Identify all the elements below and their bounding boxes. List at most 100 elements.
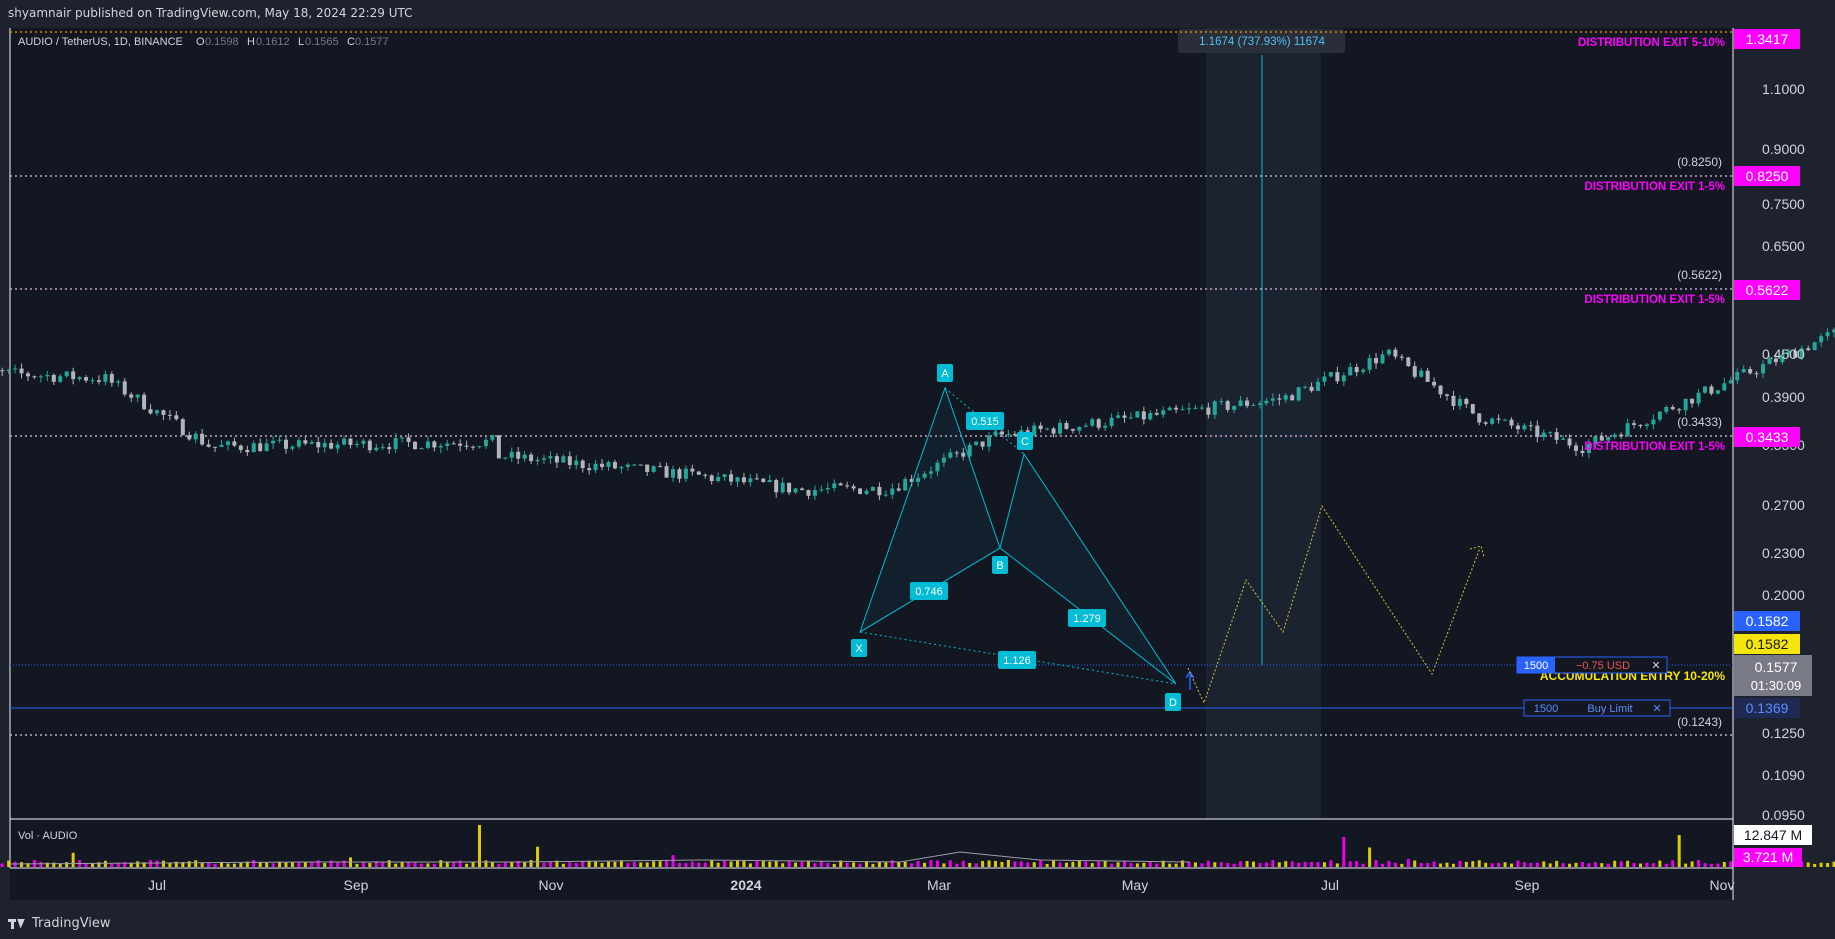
volume-bar <box>1406 858 1410 867</box>
volume-bar <box>1716 863 1720 867</box>
candle-body <box>741 477 746 483</box>
candle-body <box>26 373 30 377</box>
level-bracket: (0.5622) <box>1677 268 1722 282</box>
volume-bar <box>639 862 643 867</box>
candle-body <box>709 475 714 482</box>
candle-body <box>271 440 276 444</box>
close-label: C <box>347 36 355 48</box>
measure-shade <box>1206 28 1321 820</box>
candle-body <box>251 443 256 453</box>
volume-bar <box>1477 860 1481 867</box>
candle-body <box>1677 409 1682 411</box>
candle-body <box>825 487 830 490</box>
volume-bar <box>1052 860 1056 867</box>
candle-body <box>1374 358 1379 364</box>
candle-body <box>1412 366 1417 377</box>
candle-body <box>638 464 643 466</box>
level-label: DISTRIBUTION EXIT 5-10% <box>1578 37 1725 49</box>
volume-bar <box>1232 863 1236 867</box>
candle-body <box>19 368 24 374</box>
candle-body <box>651 466 656 472</box>
volume-bar <box>768 861 772 867</box>
candle-body <box>806 490 811 496</box>
candle-body <box>1657 411 1662 420</box>
price-tick: 0.9000 <box>1762 141 1805 157</box>
candle-body <box>264 443 269 452</box>
volume-bar <box>523 862 527 867</box>
volume-bar <box>1568 863 1572 867</box>
volume-bar <box>923 862 927 867</box>
candle-body <box>129 394 134 398</box>
volume-bar <box>1071 861 1075 867</box>
chart-background <box>10 28 1733 900</box>
volume-bar <box>1619 861 1623 867</box>
candle-body <box>664 466 669 478</box>
buy-limit-price-box: 0.1369 <box>1746 700 1789 716</box>
volume-bar <box>239 862 243 867</box>
candle-body <box>206 444 211 447</box>
pattern-ratio: 0.746 <box>915 586 943 598</box>
candle-body <box>174 415 179 420</box>
level-label: DISTRIBUTION EXIT 1-5% <box>1584 441 1725 453</box>
volume-bar <box>1632 862 1636 867</box>
volume-bar <box>1187 862 1191 867</box>
candle-body <box>812 490 817 496</box>
candle-body <box>367 440 372 451</box>
accumulation-price-box-yellow: 0.1582 <box>1746 636 1789 652</box>
volume-bar <box>387 860 391 867</box>
volume-bar <box>1013 861 1017 867</box>
volume-bar <box>1387 860 1391 867</box>
volume-bar <box>574 863 578 867</box>
volume-bar <box>1510 863 1513 867</box>
volume-bar <box>1451 863 1455 867</box>
candle-body <box>612 461 617 469</box>
candle-body <box>716 476 721 482</box>
candle-body <box>542 458 546 460</box>
price-chart[interactable]: AUDIO / TetherUS, 1D, BINANCE O 0.1598 H… <box>0 0 1835 939</box>
candle-body <box>1354 367 1359 373</box>
volume-bar <box>1639 863 1642 867</box>
volume-bar <box>1335 863 1339 867</box>
candle-body <box>1541 432 1546 438</box>
volume-bar <box>1645 862 1649 867</box>
volume-bar <box>1322 862 1326 867</box>
volume-bar <box>665 860 669 867</box>
volume-bar <box>1626 860 1630 867</box>
volume-bar <box>155 860 159 867</box>
candle-body <box>1457 398 1462 406</box>
candle-body <box>1445 394 1449 396</box>
volume-bar <box>942 863 946 867</box>
candle-body <box>309 442 314 444</box>
candle-body <box>851 486 856 489</box>
candle-body <box>316 442 321 448</box>
volume-bar <box>1239 861 1243 867</box>
volume-bar <box>71 852 75 867</box>
volume-bar <box>632 861 636 867</box>
candle-body <box>1651 419 1656 425</box>
volume-bar <box>1174 863 1178 867</box>
candle-body <box>1212 401 1217 415</box>
candle-body <box>335 444 340 449</box>
volume-bar <box>781 863 785 867</box>
buy-limit-label: Buy Limit <box>1587 703 1632 715</box>
volume-bar <box>187 861 191 867</box>
volume-bar <box>761 861 765 867</box>
candle-body <box>1083 425 1088 427</box>
volume-value: 12.847 M <box>1744 827 1802 843</box>
volume-bar <box>1587 863 1591 867</box>
price-tick: 0.4500 <box>1762 346 1805 362</box>
volume-bar <box>948 860 952 867</box>
volume-bar <box>581 861 585 867</box>
volume-bar <box>890 860 894 867</box>
candle-body <box>225 441 230 445</box>
candle-body <box>354 443 359 445</box>
candle-body <box>1548 432 1553 434</box>
level-bracket: (0.3433) <box>1677 415 1722 429</box>
measure-label: 1.1674 (737.93%) 11674 <box>1199 36 1325 48</box>
volume-bar <box>1064 862 1068 867</box>
position-pnl: −0.75 USD <box>1576 660 1630 672</box>
footer-brand[interactable]: TradingView <box>8 916 111 931</box>
volume-bar <box>232 863 236 867</box>
candle-body <box>1393 349 1398 357</box>
candle-body <box>445 443 450 446</box>
